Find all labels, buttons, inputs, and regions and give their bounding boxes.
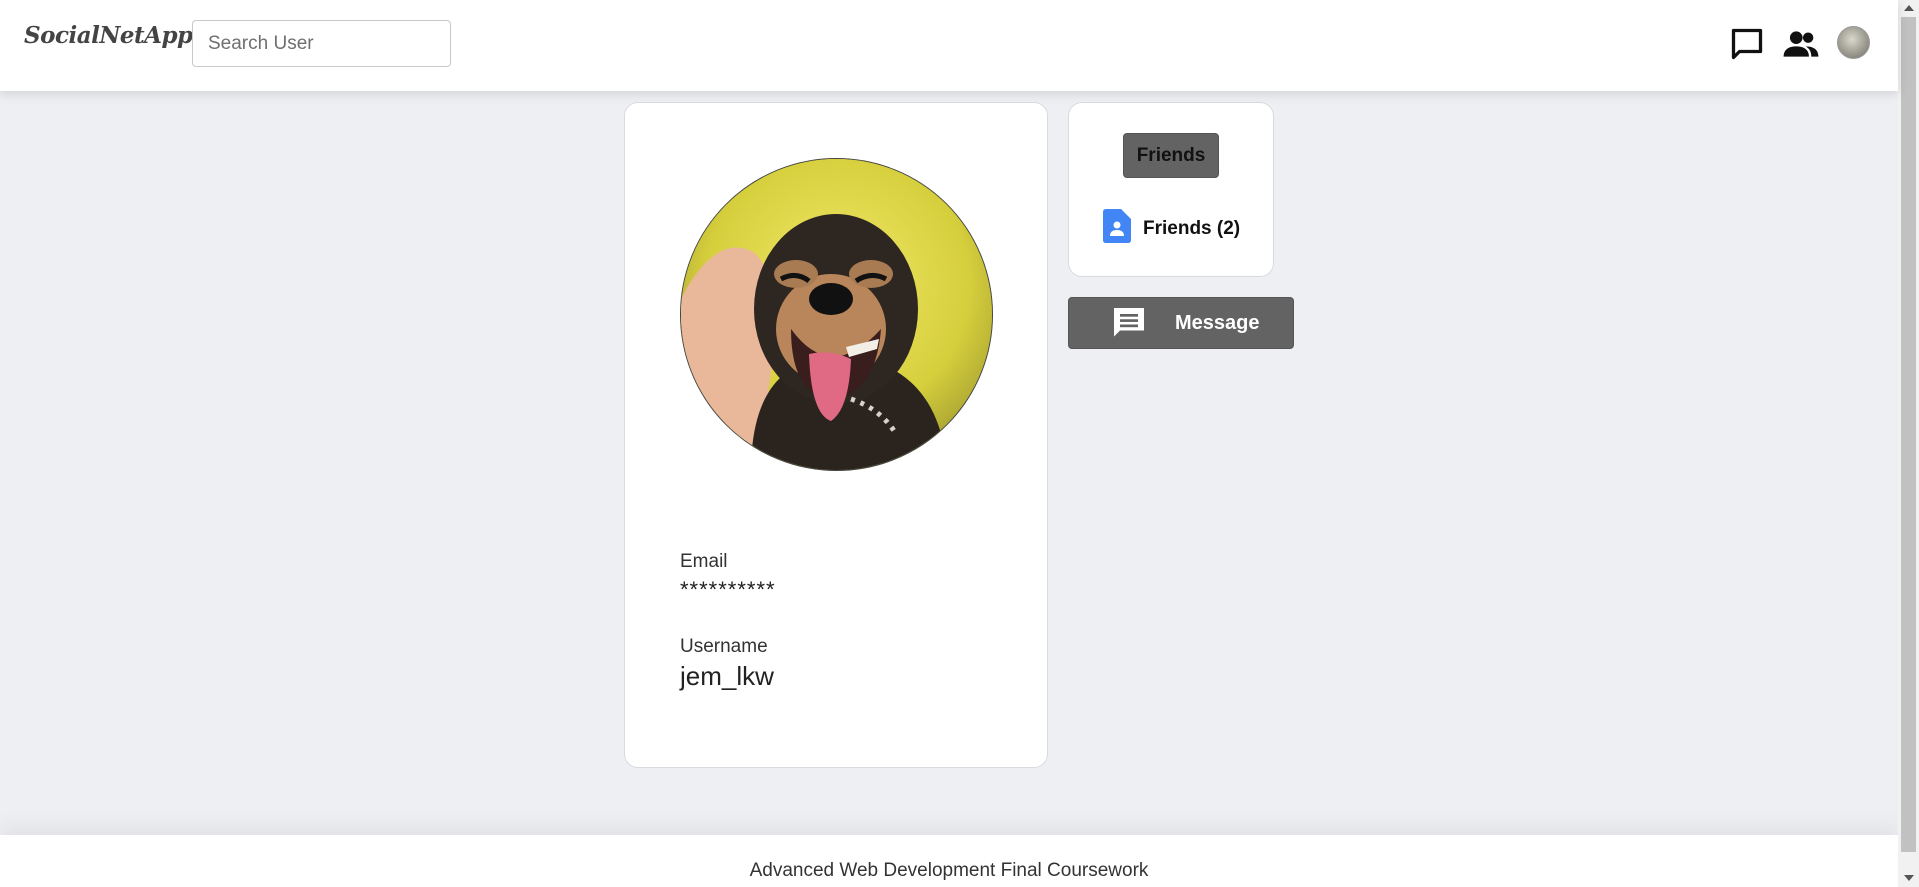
- scroll-up-arrow-icon[interactable]: [1904, 5, 1914, 11]
- friends-count-label: Friends (2): [1143, 217, 1241, 239]
- username-label: Username: [680, 636, 768, 657]
- search-user-input[interactable]: [192, 20, 451, 67]
- top-navbar: SocialNetApp: [0, 0, 1898, 91]
- friends-button[interactable]: Friends: [1123, 133, 1219, 178]
- email-label: Email: [680, 551, 728, 572]
- friends-icon[interactable]: [1781, 24, 1821, 64]
- username-value: jem_lkw: [680, 661, 774, 691]
- chat-icon[interactable]: [1727, 24, 1767, 64]
- footer: Advanced Web Development Final Coursewor…: [0, 835, 1898, 887]
- email-value: **********: [680, 577, 776, 602]
- profile-card: Email ********** Username jem_lkw: [624, 102, 1048, 768]
- footer-text: Advanced Web Development Final Coursewor…: [749, 860, 1149, 881]
- contact-file-icon: [1103, 209, 1131, 248]
- vertical-scrollbar[interactable]: [1898, 0, 1919, 887]
- message-button[interactable]: Message: [1068, 297, 1294, 349]
- message-label: Message: [1175, 312, 1260, 334]
- user-avatar[interactable]: [1837, 26, 1870, 59]
- friends-card: Friends Friends (2): [1068, 102, 1274, 277]
- message-icon: [1111, 305, 1147, 347]
- friends-count-link[interactable]: Friends (2): [1103, 209, 1240, 248]
- profile-avatar-dog-photo: [680, 158, 993, 471]
- scroll-thumb[interactable]: [1901, 17, 1916, 852]
- brand-logo[interactable]: SocialNetApp: [24, 22, 193, 49]
- scroll-down-arrow-icon[interactable]: [1904, 875, 1914, 881]
